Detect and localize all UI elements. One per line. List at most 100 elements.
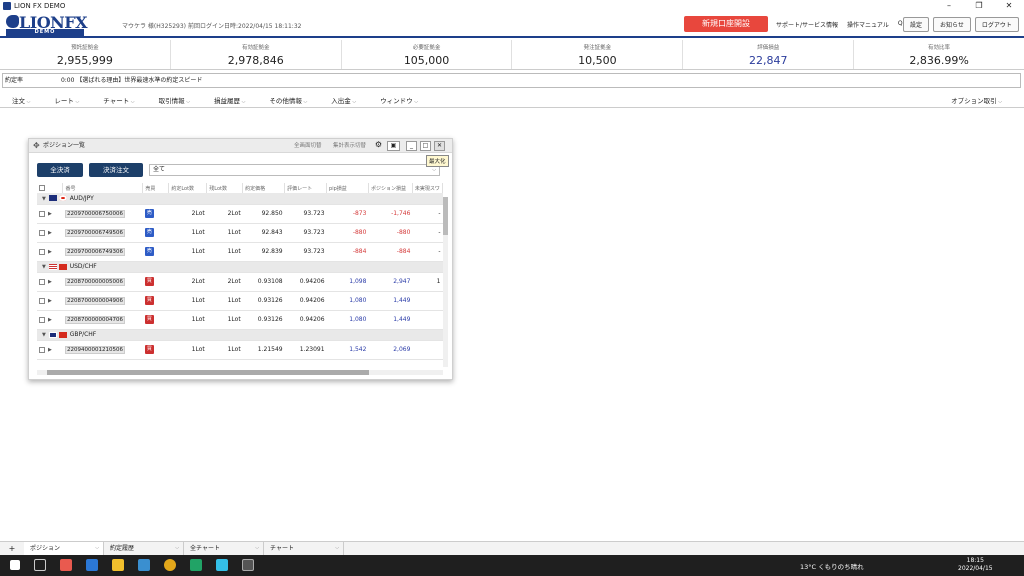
close-window-button[interactable]: ✕ — [994, 0, 1024, 12]
minimize-panel-icon[interactable]: _ — [406, 141, 417, 151]
collapse-icon[interactable]: ▼ — [42, 196, 46, 202]
logout-button[interactable]: ログアウト — [974, 17, 1019, 32]
group-row-usdchf[interactable]: ▼ USD/CHF — [37, 261, 443, 273]
menu-other-info[interactable]: その他情報 — [257, 94, 319, 107]
col-pl[interactable]: ポジション損益 — [368, 183, 413, 193]
expand-icon[interactable]: ▶ — [48, 211, 52, 217]
menu-trade-info[interactable]: 取引情報 — [147, 94, 202, 107]
filter-select[interactable]: 全て — [149, 164, 440, 176]
row-checkbox[interactable] — [39, 229, 45, 236]
table-row[interactable]: ▶ 2208700000004906 買 1Lot 1Lot 0.93126 0… — [37, 291, 443, 311]
lionfx-logo: LIONFX DEMO — [6, 13, 88, 36]
row-checkbox[interactable] — [39, 316, 45, 323]
col-swap[interactable]: 未実現スワ — [412, 183, 444, 193]
col-price[interactable]: 約定価格 — [242, 183, 286, 193]
summary-required-margin: 必要証拠金 105,000 — [342, 40, 513, 69]
close-panel-icon[interactable]: ✕ — [434, 141, 445, 151]
jp-flag-icon — [58, 195, 67, 202]
window-titlebar: LION FX DEMO – ❐ ✕ — [0, 0, 1024, 12]
app-icon-2[interactable] — [138, 559, 150, 571]
us-flag-icon — [48, 263, 57, 270]
collapse-icon[interactable]: ▼ — [42, 264, 46, 270]
select-all-checkbox[interactable] — [39, 184, 45, 191]
app-header: LIONFX DEMO マウケラ 様(H325293) 前回ログイン日時:202… — [0, 12, 1024, 38]
notice-button[interactable]: お知らせ — [933, 17, 971, 32]
col-remaining[interactable]: 残Lot数 — [206, 183, 244, 193]
menu-deposit[interactable]: 入出金 — [319, 94, 368, 107]
support-link[interactable]: サポート/サービス情報 — [776, 20, 838, 29]
menu-window[interactable]: ウィンドウ — [368, 94, 430, 107]
vertical-scrollbar[interactable] — [443, 197, 448, 367]
start-icon[interactable] — [10, 560, 20, 570]
tab-chart[interactable]: チャート — [264, 542, 344, 555]
news-ticker[interactable]: 約定率 0:00 【選ばれる理由】世界最速水準の約定スピード — [2, 73, 1021, 88]
manual-link[interactable]: 操作マニュアル — [847, 20, 889, 29]
restore-button[interactable]: ❐ — [964, 0, 994, 12]
panel-title: ポジション一覧 — [43, 142, 86, 149]
row-checkbox[interactable] — [39, 346, 45, 353]
add-tab-icon[interactable]: + — [0, 542, 24, 555]
table-row[interactable]: ▶ 2208700000004706 買 1Lot 1Lot 0.93126 0… — [37, 310, 443, 330]
tab-trade-history[interactable]: 約定履歴 — [104, 542, 184, 555]
move-icon[interactable]: ✥ — [33, 139, 40, 153]
menu-rate[interactable]: レート — [42, 94, 91, 107]
table-row[interactable]: ▶ 2209700006749506 売 1Lot 1Lot 92.843 93… — [37, 223, 443, 243]
word-icon[interactable] — [86, 559, 98, 571]
col-side[interactable]: 売買 — [142, 183, 170, 193]
chrome-icon[interactable] — [164, 559, 176, 571]
aggregate-toggle[interactable]: 集計表示切替 — [333, 139, 366, 153]
table-row[interactable]: ▶ 2208700000005006 買 2Lot 2Lot 0.93108 0… — [37, 272, 443, 292]
gear-icon[interactable]: ⚙ — [373, 141, 384, 151]
app-icon-3[interactable] — [216, 559, 228, 571]
maximize-panel-icon[interactable]: □ — [420, 141, 431, 151]
group-row-gbpchf[interactable]: ▼ GBP/CHF — [37, 329, 443, 341]
row-checkbox[interactable] — [39, 248, 45, 255]
expand-icon[interactable]: ▶ — [48, 279, 52, 285]
minimize-button[interactable]: – — [934, 0, 964, 12]
lionfx-task-icon[interactable] — [242, 559, 254, 571]
table-row[interactable]: ▶ 2209700006750006 売 2Lot 2Lot 92.850 93… — [37, 204, 443, 224]
summary-effective-ratio: 有効比率 2,836.99% — [909, 45, 969, 67]
tab-all-charts[interactable]: 全チャート — [184, 542, 264, 555]
layout-icon[interactable]: ▣ — [387, 141, 400, 151]
ch-flag-icon — [58, 263, 67, 270]
fullscreen-toggle[interactable]: 全画面切替 — [294, 139, 322, 153]
menu-pl-history[interactable]: 損益履歴 — [202, 94, 257, 107]
col-number[interactable]: 番号 — [62, 183, 144, 193]
expand-icon[interactable]: ▶ — [48, 249, 52, 255]
app-icon-1[interactable] — [60, 559, 72, 571]
settle-order-button[interactable]: 決済注文 — [89, 163, 143, 177]
table-header: 番号 売買 約定Lot数 残Lot数 約定価格 評価レート pip損益 ポジショ… — [37, 183, 444, 193]
windows-taskbar: 13°C くもりのち晴れ 18:15 2022/04/15 — [0, 555, 1024, 576]
task-view-icon[interactable] — [34, 559, 46, 571]
weather-widget[interactable]: 13°C くもりのち晴れ — [800, 561, 864, 571]
explorer-icon[interactable] — [112, 559, 124, 571]
settle-all-button[interactable]: 全決済 — [37, 163, 83, 177]
summary-unrealized-pl: 評価損益 22,847 — [683, 40, 855, 69]
table-row[interactable]: ▶ 2209400001210506 買 1Lot 1Lot 1.21549 1… — [37, 340, 443, 360]
sheets-icon[interactable] — [190, 559, 202, 571]
row-checkbox[interactable] — [39, 297, 45, 304]
expand-icon[interactable]: ▶ — [48, 298, 52, 304]
horizontal-scrollbar[interactable] — [37, 370, 443, 375]
col-rate[interactable]: 評価レート — [284, 183, 328, 193]
group-row-audjpy[interactable]: ▼ AUD/JPY — [37, 193, 443, 205]
tab-position[interactable]: ポジション — [24, 542, 104, 555]
menu-order[interactable]: 注文 — [0, 94, 42, 107]
row-checkbox[interactable] — [39, 210, 45, 217]
menu-options[interactable]: オプション取引 — [939, 94, 1014, 109]
row-checkbox[interactable] — [39, 278, 45, 285]
panel-titlebar[interactable]: ✥ ポジション一覧 全画面切替 集計表示切替 ⚙ ▣ _ □ ✕ — [29, 139, 452, 153]
col-lots[interactable]: 約定Lot数 — [168, 183, 208, 193]
expand-icon[interactable]: ▶ — [48, 230, 52, 236]
col-pip[interactable]: pip損益 — [326, 183, 369, 193]
menu-chart[interactable]: チャート — [91, 94, 146, 107]
collapse-icon[interactable]: ▼ — [42, 332, 46, 338]
open-account-button[interactable]: 新規口座開設 — [684, 16, 768, 32]
system-clock[interactable]: 18:15 2022/04/15 — [958, 557, 993, 573]
au-flag-icon — [48, 195, 57, 202]
table-row[interactable]: ▶ 2209700006749306 売 1Lot 1Lot 92.839 93… — [37, 242, 443, 262]
expand-icon[interactable]: ▶ — [48, 317, 52, 323]
settings-button[interactable]: 設定 — [903, 17, 930, 32]
expand-icon[interactable]: ▶ — [48, 347, 52, 353]
